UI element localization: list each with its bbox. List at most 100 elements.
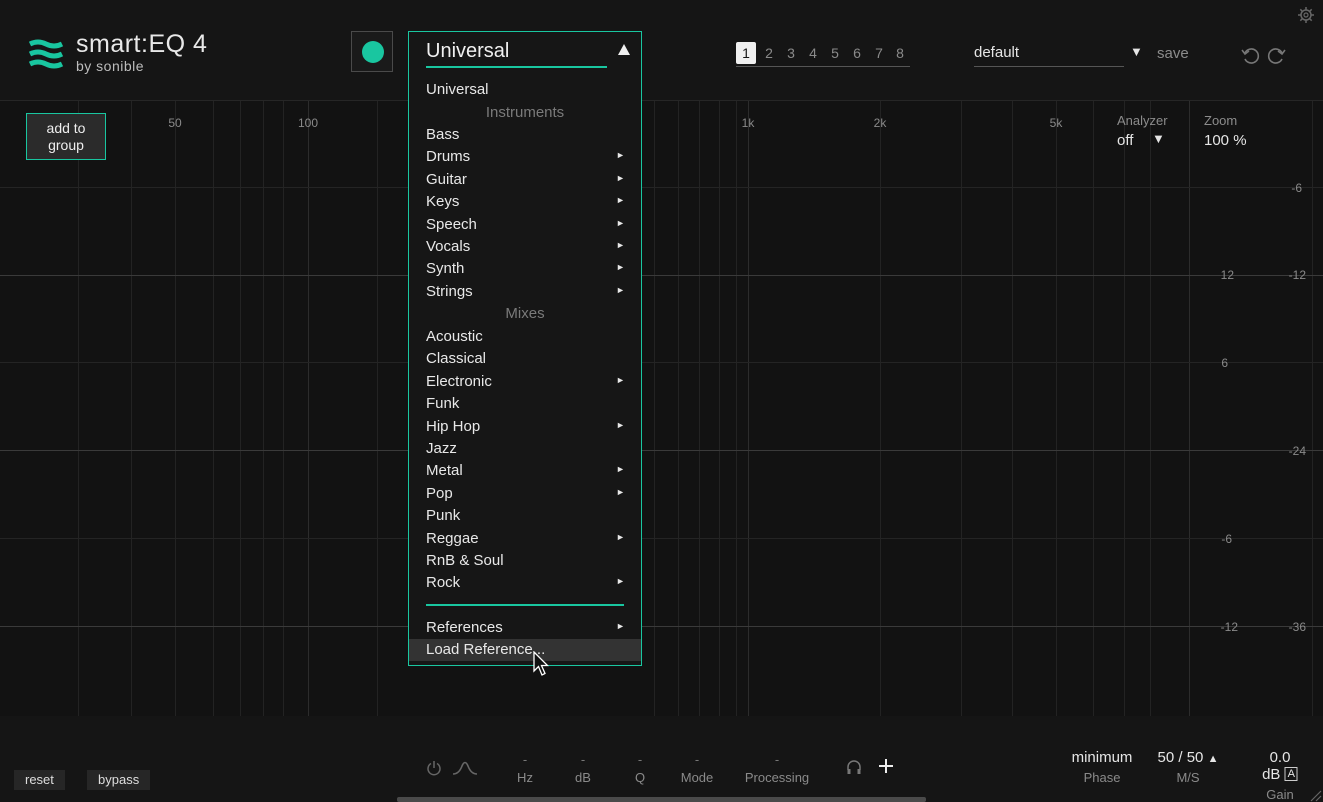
profile-selected[interactable]: Universal (426, 40, 509, 63)
preset-dropdown-icon[interactable]: ▼ (1130, 44, 1143, 59)
auto-gain-badge[interactable]: A (1284, 767, 1298, 781)
zoom-value[interactable]: 100 % (1204, 132, 1247, 149)
menu-item-reggae[interactable]: Reggae ► (409, 528, 641, 550)
phase-control[interactable]: minimum Phase (1072, 749, 1133, 785)
menu-item-keys[interactable]: Keys ► (409, 191, 641, 213)
add-to-group-label-1: add to (46, 120, 86, 136)
param-processing[interactable]: - Processing (745, 752, 809, 785)
collapse-arrow-icon[interactable] (618, 44, 630, 55)
app-title: smart:EQ 4 (76, 30, 208, 58)
grid-line (0, 450, 1323, 451)
freq-label: 2k (873, 116, 887, 130)
menu-item-label: Universal (426, 81, 489, 98)
headphones-icon[interactable] (846, 759, 862, 775)
grid-line (1124, 101, 1125, 716)
menu-item-universal[interactable]: Universal (409, 79, 641, 101)
menu-item-electronic[interactable]: Electronic ► (409, 371, 641, 393)
grid-line (0, 187, 1323, 188)
menu-item-rnb-soul[interactable]: RnB & Soul (409, 550, 641, 572)
submenu-arrow-icon: ► (616, 150, 625, 161)
submenu-arrow-icon: ► (616, 464, 625, 475)
analyzer-label: Analyzer (1117, 113, 1168, 128)
phase-value: minimum (1071, 749, 1133, 766)
snapshot-4[interactable]: 4 (803, 42, 823, 64)
menu-item-pop[interactable]: Pop ► (409, 483, 641, 505)
menu-item-punk[interactable]: Punk (409, 505, 641, 527)
menu-item-speech[interactable]: Speech ► (409, 214, 641, 236)
menu-item-hip-hop[interactable]: Hip Hop ► (409, 416, 641, 438)
menu-item-label: Electronic (426, 372, 492, 390)
menu-item-metal[interactable]: Metal ► (409, 460, 641, 482)
menu-item-strings[interactable]: Strings ► (409, 281, 641, 303)
menu-item-references[interactable]: References ► (409, 617, 641, 639)
snapshot-2[interactable]: 2 (759, 42, 779, 64)
snapshot-1[interactable]: 1 (736, 42, 756, 64)
grid-line (1093, 101, 1094, 716)
grid-line (240, 101, 241, 716)
param-q[interactable]: - Q (635, 752, 645, 785)
snapshot-8[interactable]: 8 (890, 42, 910, 64)
param-processing-value: - (774, 752, 780, 767)
reset-button[interactable]: reset (14, 770, 65, 790)
learn-button[interactable] (351, 31, 393, 72)
redo-icon[interactable] (1267, 45, 1287, 65)
resize-handle-icon[interactable] (1308, 788, 1322, 802)
gain-control[interactable]: 0.0 dB A Gain (1259, 749, 1302, 802)
snapshot-5[interactable]: 5 (825, 42, 845, 64)
bell-filter-icon[interactable] (452, 760, 478, 776)
horizontal-scrollbar[interactable] (397, 797, 926, 802)
analyzer-value[interactable]: off (1117, 132, 1133, 149)
snapshot-selector: 1 2 3 4 5 6 7 8 (736, 40, 910, 67)
submenu-arrow-icon: ► (616, 284, 625, 295)
param-mode[interactable]: - Mode (681, 752, 714, 785)
grid-line (0, 275, 1323, 276)
grid-line (0, 626, 1323, 627)
menu-item-label: Speech (426, 215, 477, 233)
bypass-button[interactable]: bypass (87, 770, 151, 790)
menu-item-label: Funk (426, 395, 460, 413)
param-hz[interactable]: - Hz (517, 752, 533, 785)
grid-line (263, 101, 264, 716)
menu-item-label: Bass (426, 126, 460, 143)
grid-line (678, 101, 679, 716)
menu-item-guitar[interactable]: Guitar ► (409, 169, 641, 191)
param-hz-label: Hz (517, 770, 533, 785)
param-db[interactable]: - dB (575, 752, 591, 785)
menu-item-drums[interactable]: Drums ► (409, 146, 641, 168)
param-q-value: - (637, 752, 643, 767)
grid-line (377, 101, 378, 716)
eq-display[interactable]: 50 100 1k 2k 5k 12 6 -6 -12 -6 -12 -24 -… (0, 101, 1323, 716)
menu-item-label: Guitar (426, 170, 467, 188)
preset-name-field[interactable]: default (974, 44, 1124, 67)
freq-label: 1k (741, 116, 755, 130)
grid-line (880, 101, 881, 716)
snapshot-7[interactable]: 7 (869, 42, 889, 64)
ms-arrow-icon[interactable]: ▲ (1208, 753, 1219, 765)
power-icon[interactable] (426, 760, 442, 776)
snapshot-6[interactable]: 6 (847, 42, 867, 64)
add-to-group-button[interactable]: add to group (26, 113, 106, 160)
add-band-icon[interactable] (878, 758, 894, 774)
undo-icon[interactable] (1240, 45, 1260, 65)
param-q-label: Q (634, 770, 646, 785)
menu-item-bass[interactable]: Bass (409, 124, 641, 146)
settings-gear-icon[interactable] (1297, 6, 1315, 24)
profile-underline (426, 66, 607, 68)
menu-item-rock[interactable]: Rock ► (409, 572, 641, 594)
menu-item-acoustic[interactable]: Acoustic (409, 326, 641, 348)
freq-label: 100 (297, 116, 319, 130)
gain-label: Gain (1266, 787, 1294, 802)
save-button[interactable]: save (1157, 45, 1189, 62)
menu-item-jazz[interactable]: Jazz (409, 438, 641, 460)
menu-item-synth[interactable]: Synth ► (409, 258, 641, 280)
menu-item-funk[interactable]: Funk (409, 393, 641, 415)
grid-line (1312, 101, 1313, 716)
submenu-arrow-icon: ► (616, 262, 625, 273)
profile-dropdown[interactable]: Universal Universal Instruments Bass Drum… (408, 31, 642, 666)
snapshot-3[interactable]: 3 (781, 42, 801, 64)
menu-item-vocals[interactable]: Vocals ► (409, 236, 641, 258)
ms-control[interactable]: 50 / 50 ▲ M/S (1158, 749, 1219, 785)
menu-item-classical[interactable]: Classical (409, 348, 641, 370)
analyzer-dropdown-icon[interactable]: ▼ (1152, 131, 1165, 146)
menu-item-load-reference[interactable]: Load Reference... (409, 639, 641, 661)
